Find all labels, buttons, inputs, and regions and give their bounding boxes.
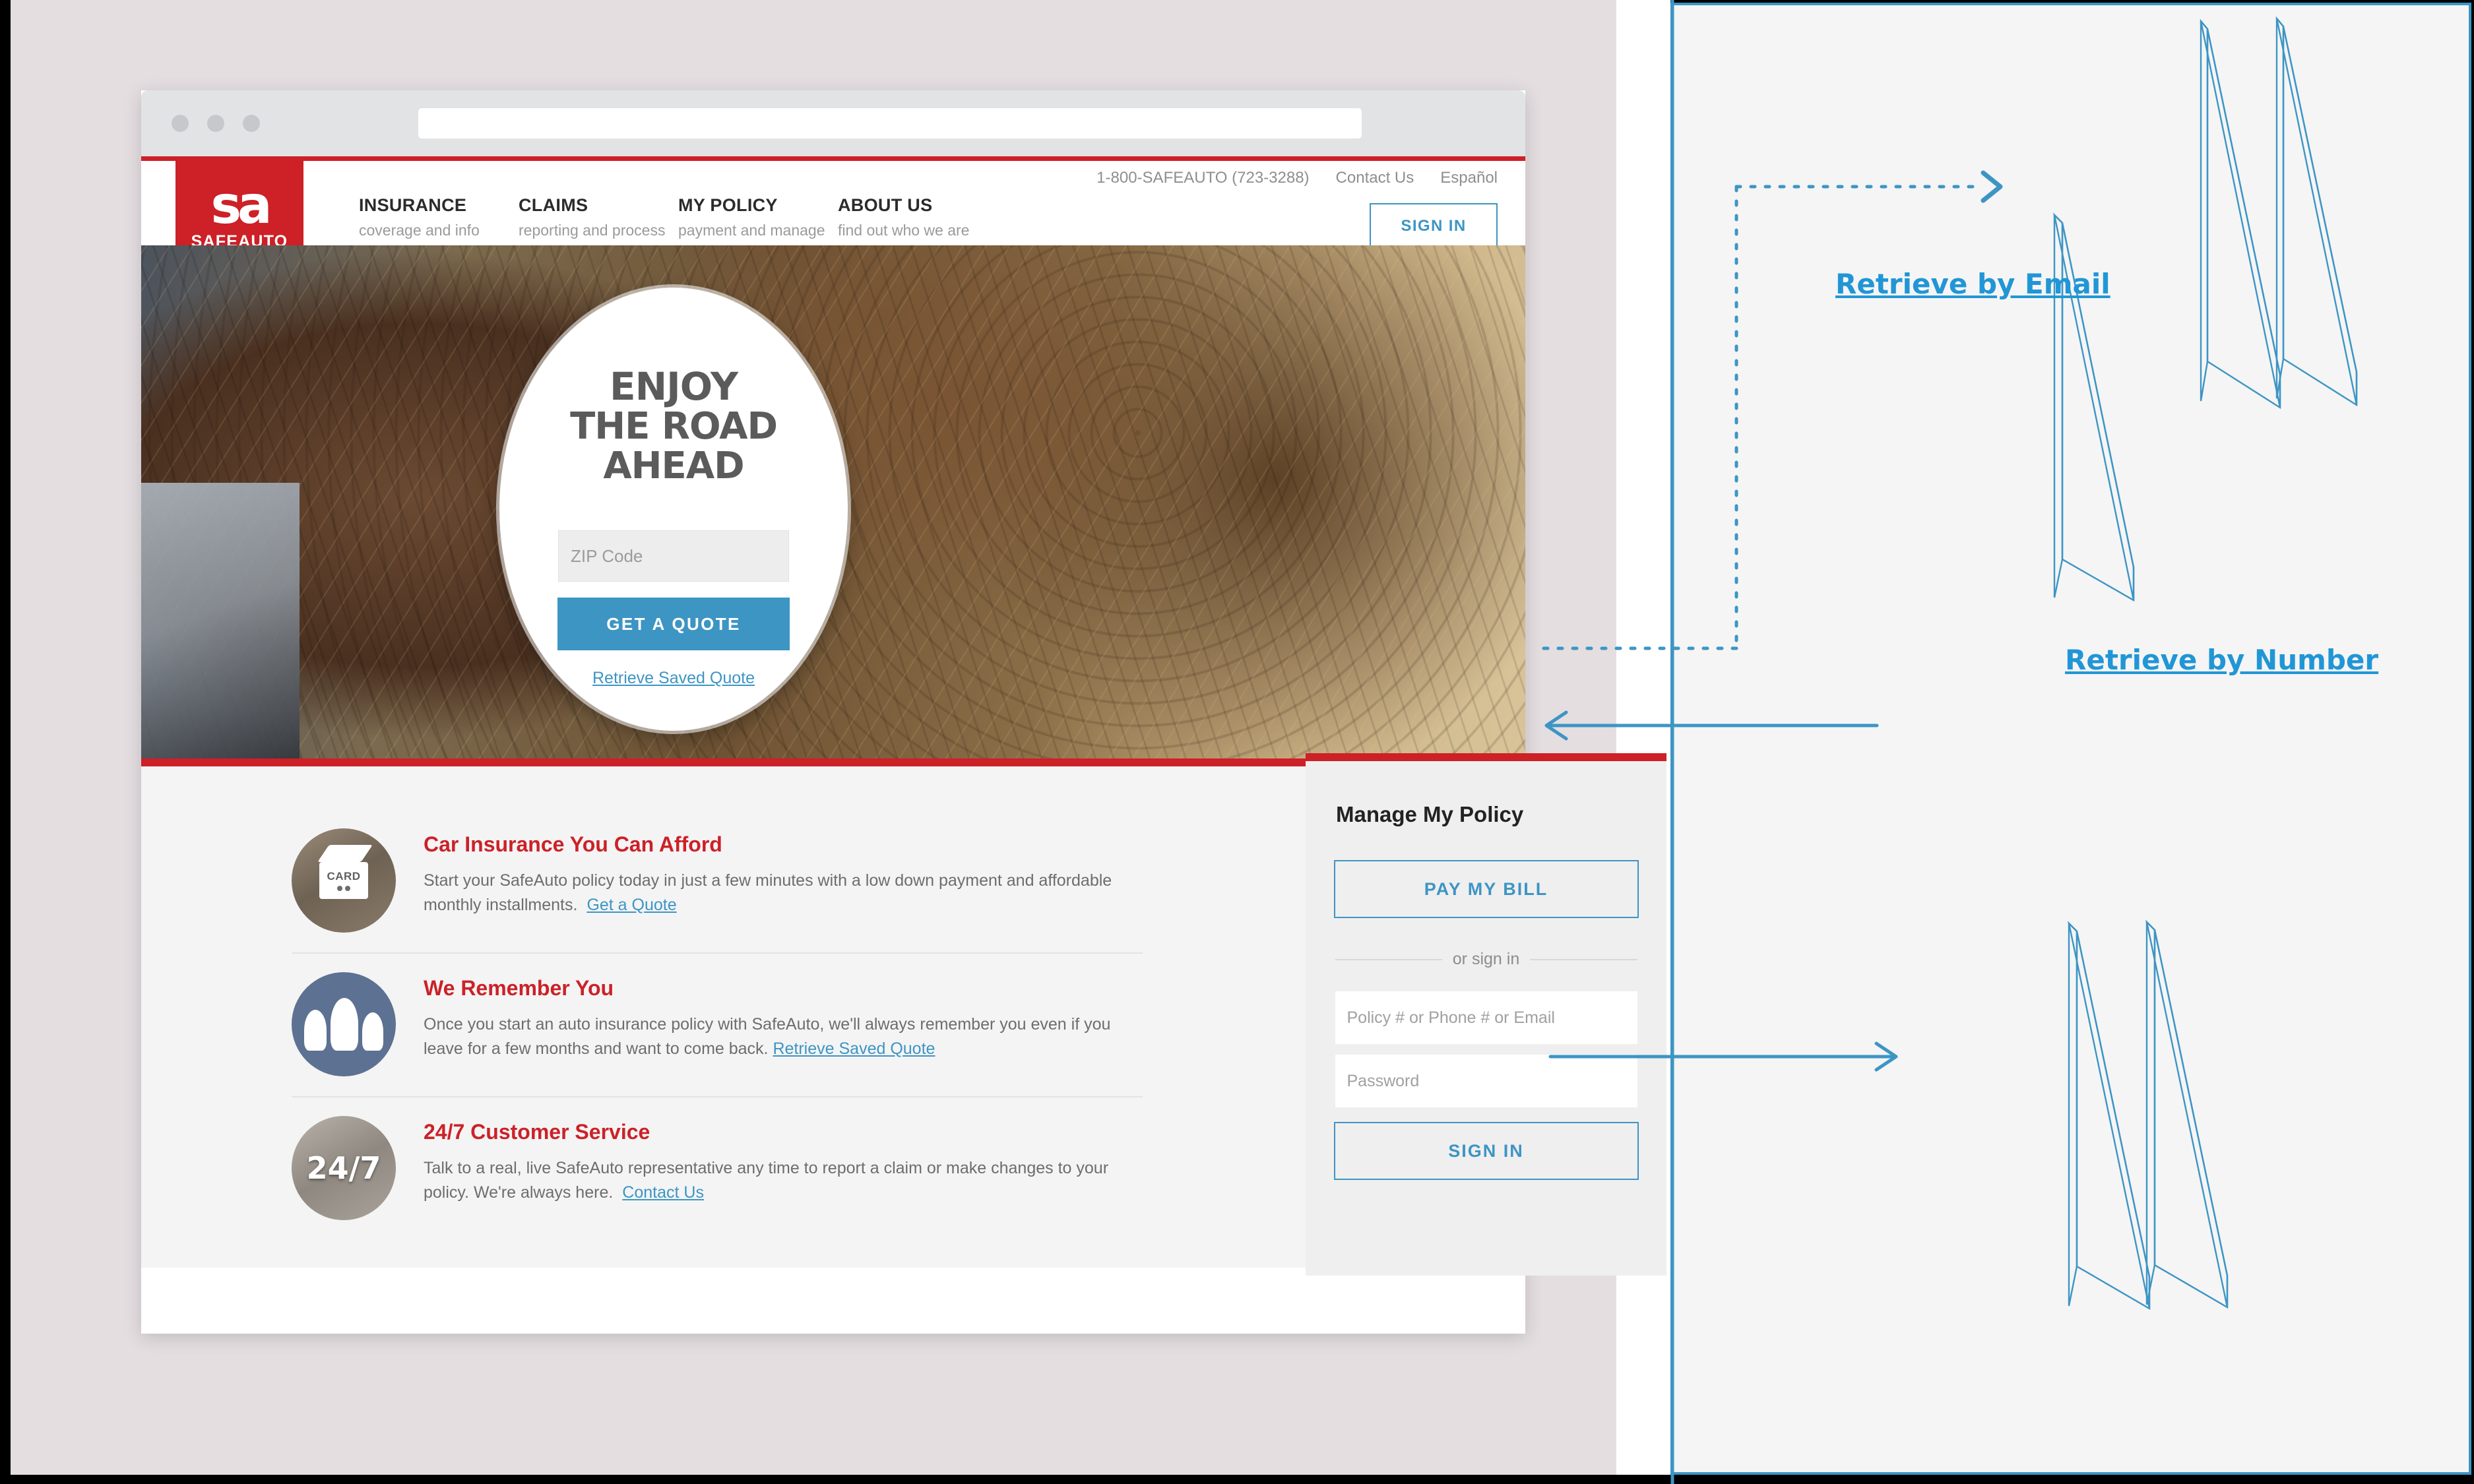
hero-headline: ENJOY THE ROAD AHEAD (499, 364, 848, 487)
feature-body: 24/7 Customer Service Talk to a real, li… (424, 1116, 1143, 1220)
card-glyph: CARD (319, 862, 368, 899)
feature-row: We Remember You Once you start an auto i… (292, 952, 1143, 1096)
feature-text: Talk to a real, live SafeAuto representa… (424, 1156, 1143, 1205)
espanol-link[interactable]: Español (1440, 169, 1498, 187)
nav-title: ABOUT US (838, 195, 933, 215)
hero-banner: ENJOY THE ROAD AHEAD ZIP Code GET A QUOT… (141, 245, 1525, 766)
phone-number[interactable]: 1-800-SAFEAUTO (723-3288) (1096, 169, 1309, 187)
feature-description: Start your SafeAuto policy today in just… (424, 871, 1112, 914)
nav-title: INSURANCE (359, 195, 467, 215)
twentyfour-seven-label: 24/7 (306, 1150, 381, 1186)
window-controls[interactable] (172, 115, 260, 132)
feature-body: We Remember You Once you start an auto i… (424, 972, 1143, 1076)
feature-link[interactable]: Contact Us (622, 1183, 704, 1202)
twentyfour-seven-icon: 24/7 (292, 1116, 396, 1220)
feature-title: 24/7 Customer Service (424, 1120, 650, 1144)
hero-photo-car (141, 483, 300, 766)
callout-arrow-left (1544, 710, 1879, 741)
feature-text: Start your SafeAuto policy today in just… (424, 869, 1143, 917)
people-group-icon (292, 972, 396, 1076)
panel-left-border-line (1670, 0, 1674, 1484)
nav-item-insurance[interactable]: INSURANCE coverage and info (359, 195, 519, 239)
logo-mark: sa (210, 175, 272, 235)
feature-link[interactable]: Get a Quote (587, 896, 676, 914)
nav-title: MY POLICY (678, 195, 778, 215)
site-header: sa SAFEAUTO 1-800-SAFEAUTO (723-3288) Co… (141, 156, 1525, 279)
main-nav: INSURANCE coverage and info CLAIMS repor… (359, 195, 998, 239)
feature-row: CARD Car Insurance You Can Afford Start … (292, 810, 1143, 952)
credit-card-icon: CARD (292, 828, 396, 933)
hero-headline-line1: ENJOY (610, 364, 738, 409)
nav-subtitle: reporting and process (519, 222, 666, 239)
feature-row: 24/7 24/7 Customer Service Talk to a rea… (292, 1096, 1143, 1240)
nav-subtitle: payment and manage (678, 222, 825, 239)
address-bar[interactable] (418, 108, 1362, 139)
get-a-quote-button[interactable]: GET A QUOTE (557, 598, 790, 651)
feature-body: Car Insurance You Can Afford Start your … (424, 828, 1143, 933)
quote-widget: ENJOY THE ROAD AHEAD ZIP Code GET A QUOT… (499, 288, 848, 731)
feature-link[interactable]: Retrieve Saved Quote (773, 1039, 935, 1058)
feature-text: Once you start an auto insurance policy … (424, 1012, 1143, 1061)
card-chip (337, 886, 350, 891)
maximize-icon[interactable] (243, 115, 260, 132)
utility-nav: 1-800-SAFEAUTO (723-3288) Contact Us Esp… (1096, 169, 1498, 187)
header-sign-in-button[interactable]: SIGN IN (1370, 203, 1498, 249)
divider-label: or sign in (1452, 950, 1520, 968)
feature-description: Once you start an auto insurance policy … (424, 1015, 1111, 1058)
minimize-icon[interactable] (207, 115, 224, 132)
close-icon[interactable] (172, 115, 189, 132)
nav-item-my-policy[interactable]: MY POLICY payment and manage (678, 195, 838, 239)
browser-window: sa SAFEAUTO 1-800-SAFEAUTO (723-3288) Co… (141, 90, 1666, 1334)
screenshot-root: sa SAFEAUTO 1-800-SAFEAUTO (723-3288) Co… (0, 0, 2474, 1484)
nav-item-about-us[interactable]: ABOUT US find out who we are (838, 195, 998, 239)
contact-us-link[interactable]: Contact Us (1336, 169, 1414, 187)
people-glyph (304, 998, 383, 1051)
nav-title: CLAIMS (519, 195, 588, 215)
callout-arrowhead-email (1981, 170, 2003, 203)
hero-headline-line2: THE ROAD AHEAD (570, 405, 778, 487)
zip-code-input[interactable]: ZIP Code (558, 530, 789, 582)
feature-list: CARD Car Insurance You Can Afford Start … (292, 810, 1143, 1240)
nav-item-claims[interactable]: CLAIMS reporting and process (519, 195, 678, 239)
divider-line-left (1335, 958, 1442, 960)
nav-subtitle: coverage and info (359, 222, 480, 239)
retrieve-saved-quote-link[interactable]: Retrieve Saved Quote (592, 669, 755, 688)
callout-arrow-right (1548, 1041, 1898, 1072)
feature-description: Talk to a real, live SafeAuto representa… (424, 1159, 1109, 1202)
feature-title: We Remember You (424, 976, 614, 1000)
nav-subtitle: find out who we are (838, 222, 970, 239)
browser-chrome (141, 90, 1525, 156)
feature-title: Car Insurance You Can Afford (424, 832, 722, 856)
card-icon-label: CARD (327, 870, 361, 882)
